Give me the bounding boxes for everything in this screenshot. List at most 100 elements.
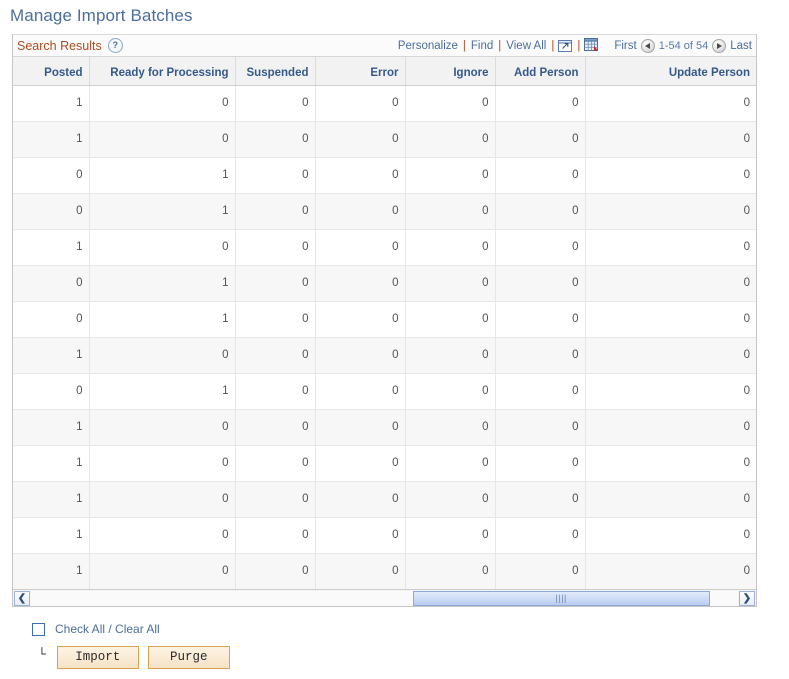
table-cell: 0	[405, 265, 496, 302]
grid-titlebar: Search Results ? Personalize | Find | Vi…	[13, 35, 756, 57]
import-button[interactable]: Import	[56, 646, 139, 669]
table-cell: 1	[89, 373, 236, 410]
table-cell: 0	[89, 85, 236, 122]
column-header-posted[interactable]: Posted	[13, 57, 90, 86]
column-header-ready-for-processing[interactable]: Ready for Processing	[89, 57, 236, 86]
table-cell: 0	[585, 193, 756, 230]
table-cell: 1	[13, 481, 90, 518]
scroll-right-arrow-icon[interactable]: ❯	[739, 590, 755, 606]
table-cell: 0	[89, 121, 236, 158]
purge-button[interactable]: Purge	[147, 646, 230, 669]
table-row[interactable]: 1000000	[13, 121, 756, 158]
table-cell: 1	[13, 553, 90, 589]
table-cell: 0	[405, 409, 496, 446]
table-cell: 0	[585, 85, 756, 122]
table-cell: 1	[89, 193, 236, 230]
personalize-link[interactable]: Personalize	[397, 40, 459, 52]
horizontal-scrollbar[interactable]: ❮ |||| ❯	[13, 589, 756, 606]
table-cell: 0	[405, 517, 496, 554]
table-cell: 0	[315, 409, 406, 446]
expand-grid-icon[interactable]	[558, 39, 573, 53]
column-header-suspended[interactable]: Suspended	[235, 57, 316, 86]
check-all-label[interactable]: Check All / Clear All	[55, 622, 160, 636]
table-cell: 0	[585, 553, 756, 589]
table-cell: 0	[495, 121, 586, 158]
table-row[interactable]: 0100000	[13, 373, 756, 410]
table-cell: 0	[89, 553, 236, 589]
first-page-link[interactable]: First	[614, 40, 636, 52]
table-cell: 0	[13, 301, 90, 338]
table-cell: 0	[585, 121, 756, 158]
table-cell: 1	[13, 121, 90, 158]
table-cell: 0	[405, 229, 496, 266]
download-to-spreadsheet-icon[interactable]	[584, 38, 600, 53]
table-cell: 0	[235, 229, 316, 266]
table-cell: 0	[495, 409, 586, 446]
table-cell: 0	[235, 481, 316, 518]
table-row[interactable]: 0100000	[13, 301, 756, 338]
column-header-update-person[interactable]: Update Person	[585, 57, 756, 86]
find-link[interactable]: Find	[470, 40, 494, 52]
table-row[interactable]: 0100000	[13, 265, 756, 302]
view-all-link[interactable]: View All	[505, 40, 547, 52]
table-row[interactable]: 1000000	[13, 229, 756, 266]
help-icon[interactable]: ?	[107, 38, 123, 53]
table-cell: 0	[495, 85, 586, 122]
table-row[interactable]: 1000000	[13, 337, 756, 374]
table-cell: 0	[89, 337, 236, 374]
table-cell: 1	[13, 337, 90, 374]
table-cell: 0	[89, 409, 236, 446]
table-cell: 0	[235, 193, 316, 230]
table-row[interactable]: 1000000	[13, 553, 756, 589]
table-row[interactable]: 0100000	[13, 193, 756, 230]
table-row[interactable]: 0100000	[13, 157, 756, 194]
action-button-row: └ Import Purge	[12, 646, 757, 669]
table-cell: 0	[495, 193, 586, 230]
toolbar-separator: |	[577, 39, 581, 52]
table-cell: 0	[235, 553, 316, 589]
previous-page-icon[interactable]	[640, 38, 655, 53]
table-cell: 0	[315, 517, 406, 554]
table-row[interactable]: 1000000	[13, 445, 756, 482]
tree-elbow-icon: └	[38, 647, 46, 662]
table-cell: 0	[315, 553, 406, 589]
table-cell: 0	[13, 373, 90, 410]
table-cell: 0	[405, 553, 496, 589]
last-page-link[interactable]: Last	[730, 40, 752, 52]
table-cell: 1	[89, 265, 236, 302]
table-cell: 0	[585, 445, 756, 482]
table-cell: 0	[235, 409, 316, 446]
table-cell: 0	[405, 481, 496, 518]
column-header-error[interactable]: Error	[315, 57, 406, 86]
column-header-add-person[interactable]: Add Person	[495, 57, 586, 86]
table-cell: 0	[315, 85, 406, 122]
scrollbar-track[interactable]: ||||	[31, 590, 738, 606]
scrollbar-thumb[interactable]: ||||	[412, 590, 710, 606]
table-cell: 1	[13, 85, 90, 122]
scroll-left-arrow-icon[interactable]: ❮	[14, 590, 30, 606]
table-row[interactable]: 1000000	[13, 409, 756, 446]
check-all-checkbox[interactable]	[32, 622, 45, 636]
toolbar-separator: |	[462, 39, 466, 52]
table-cell: 0	[235, 301, 316, 338]
table-cell: 0	[495, 517, 586, 554]
table-cell: 0	[495, 265, 586, 302]
toolbar-separator: |	[498, 39, 502, 52]
table-cell: 0	[405, 301, 496, 338]
table-cell: 0	[235, 121, 316, 158]
table-cell: 1	[89, 157, 236, 194]
table-row[interactable]: 1000000	[13, 85, 756, 122]
table-cell: 0	[495, 373, 586, 410]
table-cell: 0	[315, 337, 406, 374]
table-cell: 0	[405, 373, 496, 410]
table-header-row: Posted Ready for Processing Suspended Er…	[13, 57, 756, 86]
toolbar-separator: |	[551, 39, 555, 52]
table-row[interactable]: 1000000	[13, 481, 756, 518]
table-row[interactable]: 1000000	[13, 517, 756, 554]
column-header-ignore[interactable]: Ignore	[405, 57, 496, 86]
footer: Check All / Clear All └ Import Purge	[12, 618, 757, 669]
table-cell: 0	[235, 265, 316, 302]
table-cell: 0	[495, 337, 586, 374]
table-cell: 1	[13, 445, 90, 482]
next-page-icon[interactable]	[712, 38, 727, 53]
